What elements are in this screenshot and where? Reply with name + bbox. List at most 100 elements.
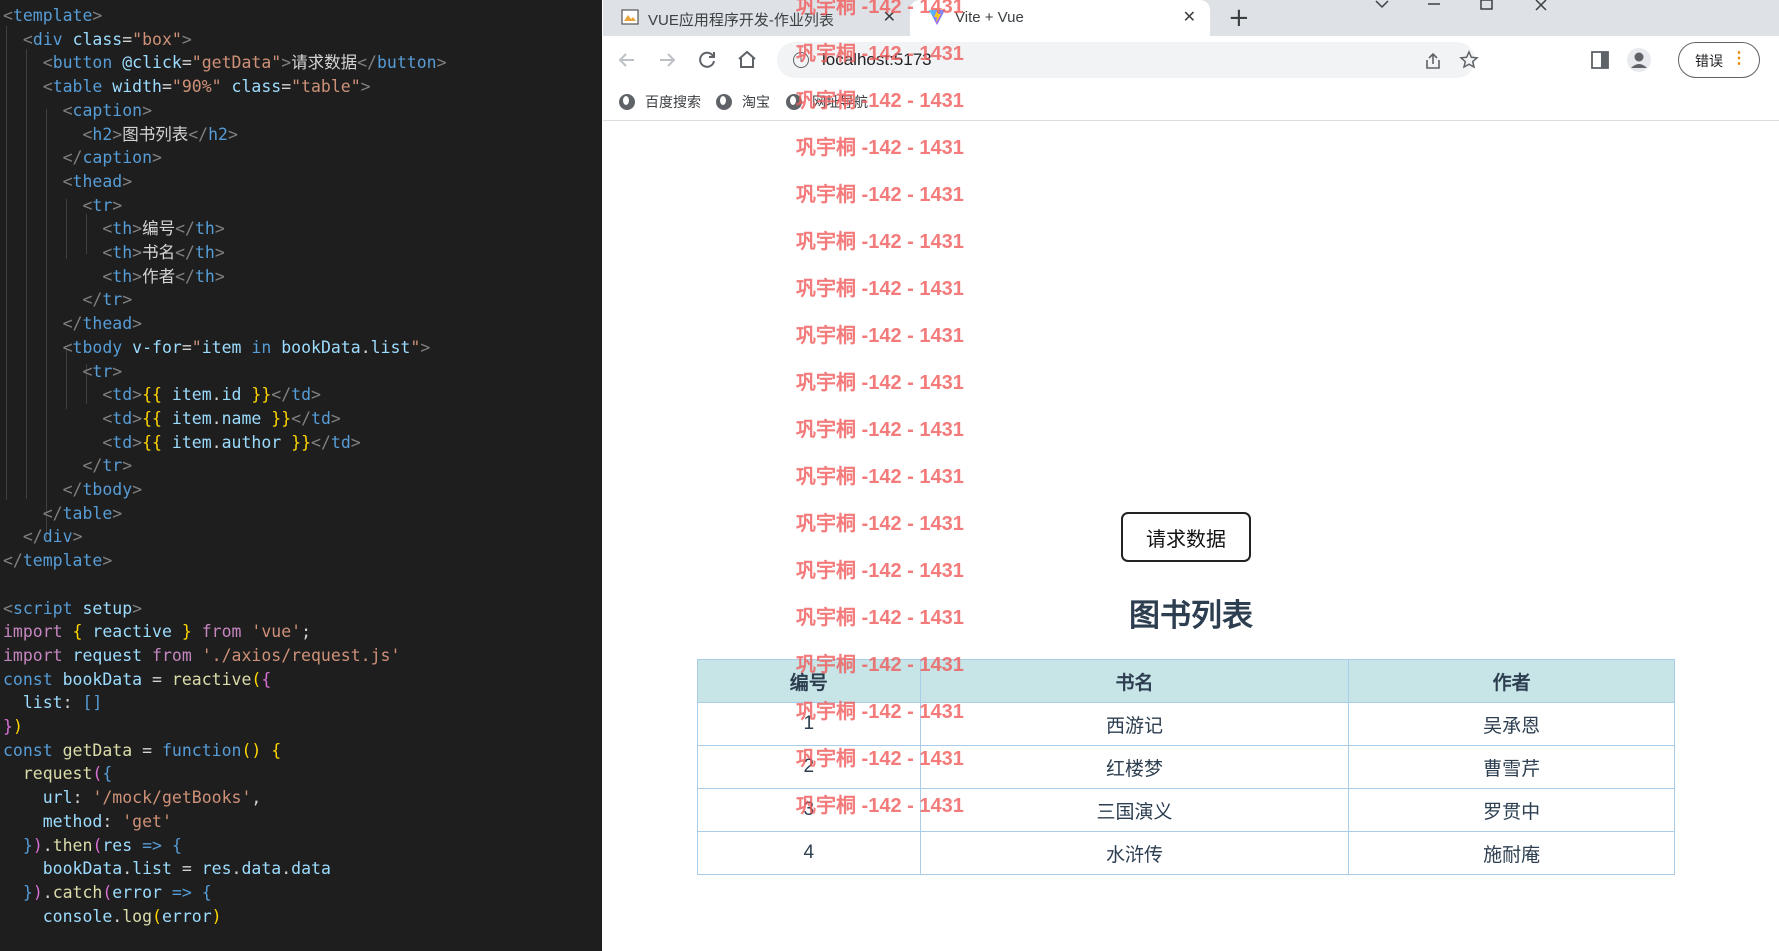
code-token: th [194, 243, 215, 262]
close-window-icon[interactable] [1533, 0, 1551, 12]
request-data-button[interactable]: 请求数据 [1121, 512, 1251, 562]
code-token: = [181, 53, 192, 73]
code-token: in [251, 337, 272, 357]
error-button[interactable]: 错误 ⋮ [1678, 42, 1760, 78]
code-token: {{ [142, 385, 162, 405]
bookmark-baidu[interactable]: 百度搜索 [619, 92, 701, 112]
code-token: = [132, 740, 162, 760]
code-token: { [201, 882, 212, 902]
code-token: method [42, 811, 103, 831]
code-token: const [3, 740, 53, 760]
code-token: } [22, 882, 33, 902]
maximize-icon[interactable] [1478, 0, 1496, 12]
code-token: import [3, 645, 63, 665]
code-line: bookData.list = res.data.data [3, 857, 331, 881]
code-token: = [281, 77, 292, 97]
code-line: <caption> [3, 99, 152, 123]
cell-name: 西游记 [919, 702, 1350, 746]
bookmark-taobao[interactable]: 淘宝 [716, 92, 770, 112]
code-editor[interactable]: <template> <div class="box"> <button @cl… [0, 0, 602, 951]
home-icon[interactable] [735, 48, 759, 72]
code-token: button [52, 53, 113, 73]
bookmark-star-icon[interactable] [1459, 50, 1479, 70]
back-arrow-icon[interactable] [615, 48, 639, 72]
code-token: script [12, 598, 73, 618]
code-line: <td>{{ item.author }}</td> [3, 431, 361, 455]
watermark-text: 巩宇桐 -142 - 1431 [796, 278, 964, 300]
code-token: > [420, 337, 431, 357]
bookmarks-bar: 百度搜索 淘宝 网址导航 [603, 84, 1779, 121]
chevron-down-icon[interactable] [1373, 0, 1391, 10]
code-token: </ [188, 124, 209, 144]
minimize-icon[interactable] [1425, 0, 1443, 10]
code-token: tr [102, 290, 123, 310]
code-token: : [102, 811, 123, 831]
code-token: < [102, 266, 113, 286]
code-token: th [194, 219, 215, 239]
code-token: "getData" [191, 53, 282, 73]
cell-id: 4 [697, 831, 921, 875]
code-token: : [72, 788, 93, 808]
code-token: td [112, 385, 133, 405]
reload-icon[interactable] [695, 48, 719, 72]
code-token: > [72, 527, 83, 547]
code-token: </ [271, 385, 292, 405]
side-panel-icon[interactable] [1590, 50, 1610, 70]
code-token: caption [72, 100, 143, 120]
new-tab-button[interactable]: + [1228, 3, 1250, 33]
code-line: const getData = function() { [3, 739, 281, 763]
code-token: > [132, 266, 143, 286]
code-line: <td>{{ item.id }}</td> [3, 383, 321, 407]
code-token: > [436, 53, 447, 73]
code-token: then [52, 835, 93, 855]
watermark-text: 巩宇桐 -142 - 1431 [796, 466, 964, 488]
browser-toolbar: i localhost:5173 错误 ⋮ [603, 36, 1779, 84]
code-token: = [142, 669, 172, 689]
code-token: </ [311, 432, 331, 452]
code-token: ; [301, 622, 312, 642]
code-token: template [22, 551, 103, 571]
code-line: request({ [3, 762, 112, 786]
code-token: < [22, 29, 33, 49]
profile-avatar-icon[interactable] [1626, 47, 1652, 73]
code-token: . [211, 408, 222, 428]
code-token: </ [175, 219, 195, 239]
code-token: res [102, 835, 133, 855]
code-line: <tbody v-for="item in bookData.list"> [3, 336, 431, 360]
forward-arrow-icon[interactable] [655, 48, 679, 72]
code-token: > [350, 432, 361, 452]
code-line: <template> [3, 4, 102, 28]
code-token: ) [211, 906, 222, 926]
code-token: ) [32, 882, 43, 902]
code-token: error [112, 882, 162, 902]
code-token: author [221, 432, 282, 452]
code-token: }} [271, 408, 292, 428]
watermark-text: 巩宇桐 -142 - 1431 [796, 748, 964, 770]
code-token: </ [175, 243, 195, 262]
code-token: v-for [132, 337, 182, 357]
code-token: > [214, 219, 225, 239]
code-token: name [221, 408, 262, 428]
code-token: > [132, 314, 143, 334]
close-tab-icon[interactable]: ✕ [1183, 7, 1196, 27]
code-token: } [22, 835, 33, 855]
code-token: list [22, 693, 63, 713]
watermark-text: 巩宇桐 -142 - 1431 [796, 795, 964, 817]
code-token: 书名 [142, 243, 176, 262]
code-token: button [377, 53, 437, 73]
code-token: th [112, 266, 133, 286]
code-token: > [142, 100, 153, 120]
share-icon[interactable] [1423, 51, 1443, 71]
